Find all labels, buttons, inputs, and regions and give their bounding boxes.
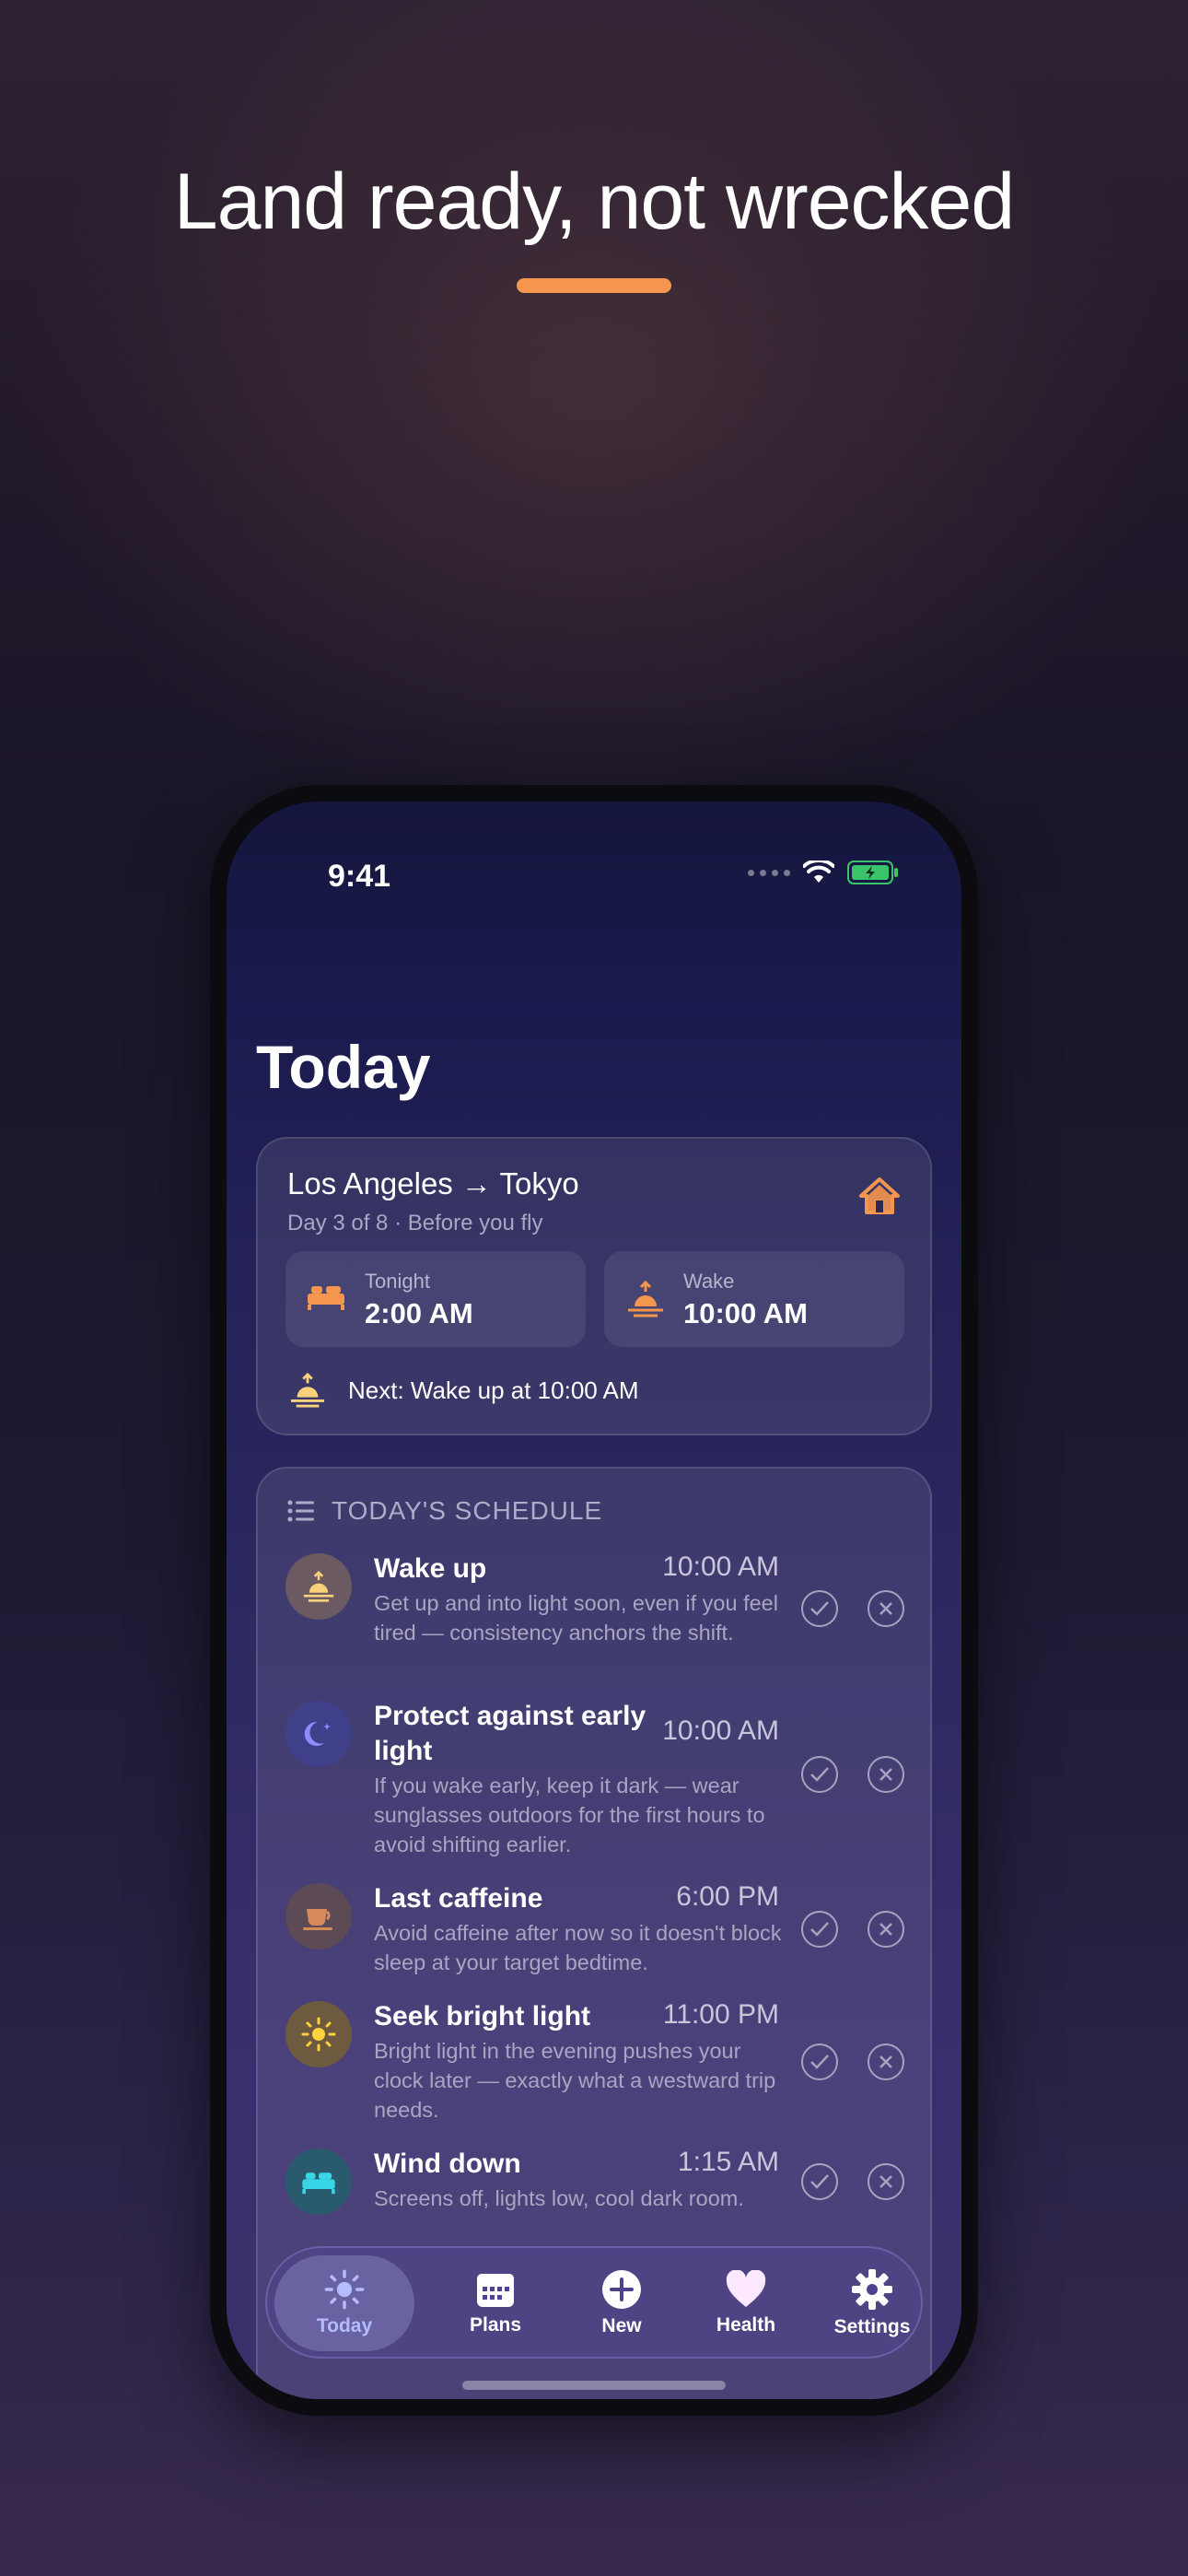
- sun-icon: [285, 2001, 352, 2067]
- check-icon[interactable]: [801, 1911, 838, 1948]
- tonight-label: Tonight: [365, 1270, 430, 1293]
- check-icon[interactable]: [801, 1756, 838, 1793]
- home-indicator[interactable]: [462, 2381, 726, 2390]
- close-icon[interactable]: [868, 2043, 904, 2080]
- item-time: 10:00 AM: [662, 1715, 779, 1746]
- coffee-icon: [285, 1883, 352, 1950]
- item-time: 10:00 AM: [662, 1551, 779, 1582]
- tab-label: Settings: [833, 2316, 911, 2337]
- tab-new[interactable]: New: [557, 2255, 686, 2351]
- phone-screen: 9:41 Today Los Angeles → Tokyo Day 3 of …: [227, 802, 961, 2399]
- signal-dots-icon: [748, 869, 790, 876]
- gear-icon: [852, 2269, 892, 2310]
- item-time: 1:15 AM: [677, 2147, 779, 2177]
- item-time: 11:00 PM: [662, 1999, 779, 2030]
- close-icon[interactable]: [868, 1756, 904, 1793]
- phone-frame: 9:41 Today Los Angeles → Tokyo Day 3 of …: [210, 785, 978, 2416]
- page-title: Today: [256, 1033, 431, 1101]
- item-title: Seek bright light: [374, 2001, 591, 2032]
- next-event-text: Next: Wake up at 10:00 AM: [348, 1376, 639, 1404]
- close-icon[interactable]: [868, 2163, 904, 2200]
- trip-route: Los Angeles → Tokyo: [287, 1166, 579, 1200]
- heart-icon: [726, 2270, 766, 2307]
- schedule-header-text: TODAY'S SCHEDULE: [332, 1496, 603, 1525]
- trip-subtitle: Day 3 of 8 · Before you fly: [287, 1211, 543, 1235]
- trip-card[interactable]: Los Angeles → Tokyo Day 3 of 8 · Before …: [256, 1137, 932, 1435]
- wake-label: Wake: [683, 1270, 735, 1293]
- tonight-box: Tonight 2:00 AM: [285, 1251, 586, 1347]
- item-title: Protect against early light: [374, 1701, 646, 1766]
- calendar-icon: [477, 2274, 514, 2307]
- home-icon[interactable]: [858, 1176, 901, 1216]
- wake-value: 10:00 AM: [683, 1297, 808, 1329]
- sunrise-icon: [628, 1281, 663, 1317]
- sun-icon: [324, 2269, 365, 2310]
- tab-plans[interactable]: Plans: [431, 2255, 560, 2351]
- status-icons: [748, 861, 899, 884]
- tab-today[interactable]: Today: [274, 2255, 414, 2351]
- sunrise-icon: [285, 1553, 352, 1620]
- item-description: Bright light in the evening pushes your …: [374, 2039, 776, 2122]
- item-description: If you wake early, keep it dark — wear s…: [374, 1774, 765, 1856]
- close-icon[interactable]: [868, 1911, 904, 1948]
- item-time: 6:00 PM: [676, 1881, 779, 1912]
- sunrise-icon: [290, 1373, 325, 1408]
- check-icon[interactable]: [801, 1590, 838, 1627]
- bed-icon: [285, 2149, 352, 2215]
- item-description: Avoid caffeine after now so it doesn't b…: [374, 1921, 782, 1974]
- schedule-header: TODAY'S SCHEDULE: [287, 1496, 602, 1526]
- wifi-icon: [803, 861, 834, 883]
- tab-label: Plans: [469, 2314, 522, 2336]
- list-icon: [287, 1500, 314, 1522]
- item-title: Last caffeine: [374, 1883, 543, 1914]
- tab-health[interactable]: Health: [681, 2255, 810, 2351]
- status-time: 9:41: [328, 859, 391, 894]
- tab-label: New: [601, 2315, 642, 2336]
- accent-bar: [517, 278, 671, 293]
- tab-label: Health: [716, 2314, 776, 2336]
- tonight-value: 2:00 AM: [365, 1297, 473, 1329]
- plus-icon: [602, 2270, 641, 2309]
- wake-box: Wake 10:00 AM: [604, 1251, 904, 1347]
- item-title: Wake up: [374, 1553, 487, 1584]
- next-event: Next: Wake up at 10:00 AM: [287, 1373, 639, 1408]
- check-icon[interactable]: [801, 2163, 838, 2200]
- tab-settings[interactable]: Settings: [808, 2255, 937, 2351]
- item-description: Get up and into light soon, even if you …: [374, 1591, 778, 1645]
- moon-icon: [285, 1701, 352, 1767]
- check-icon[interactable]: [801, 2043, 838, 2080]
- item-description: Screens off, lights low, cool dark room.: [374, 2186, 744, 2210]
- close-icon[interactable]: [868, 1590, 904, 1627]
- tab-bar: Today Plans New Health Settings: [265, 2246, 923, 2359]
- bed-icon: [308, 1286, 344, 1310]
- headline: Land ready, not wrecked: [173, 158, 1015, 246]
- battery-icon: [847, 861, 898, 884]
- item-title: Wind down: [374, 2149, 521, 2179]
- tab-label: Today: [316, 2315, 373, 2336]
